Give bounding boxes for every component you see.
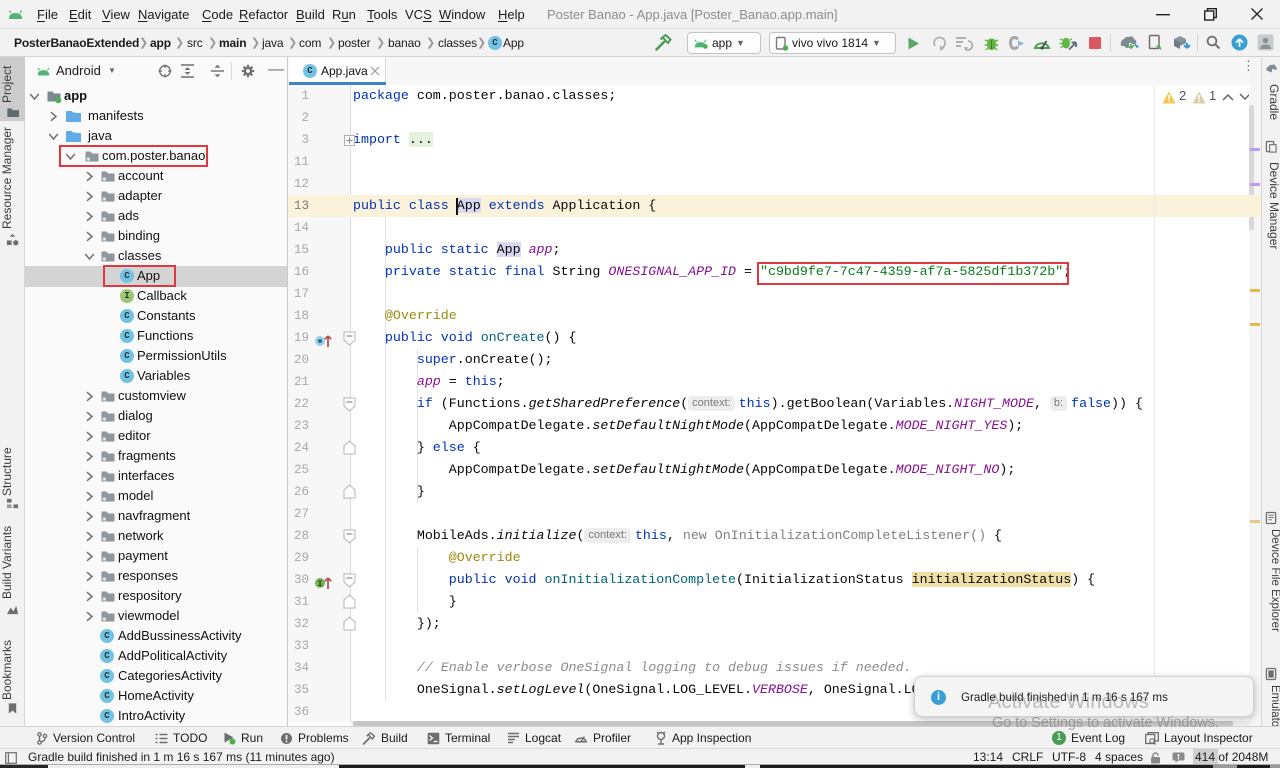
svg-text:I: I [318,580,323,589]
